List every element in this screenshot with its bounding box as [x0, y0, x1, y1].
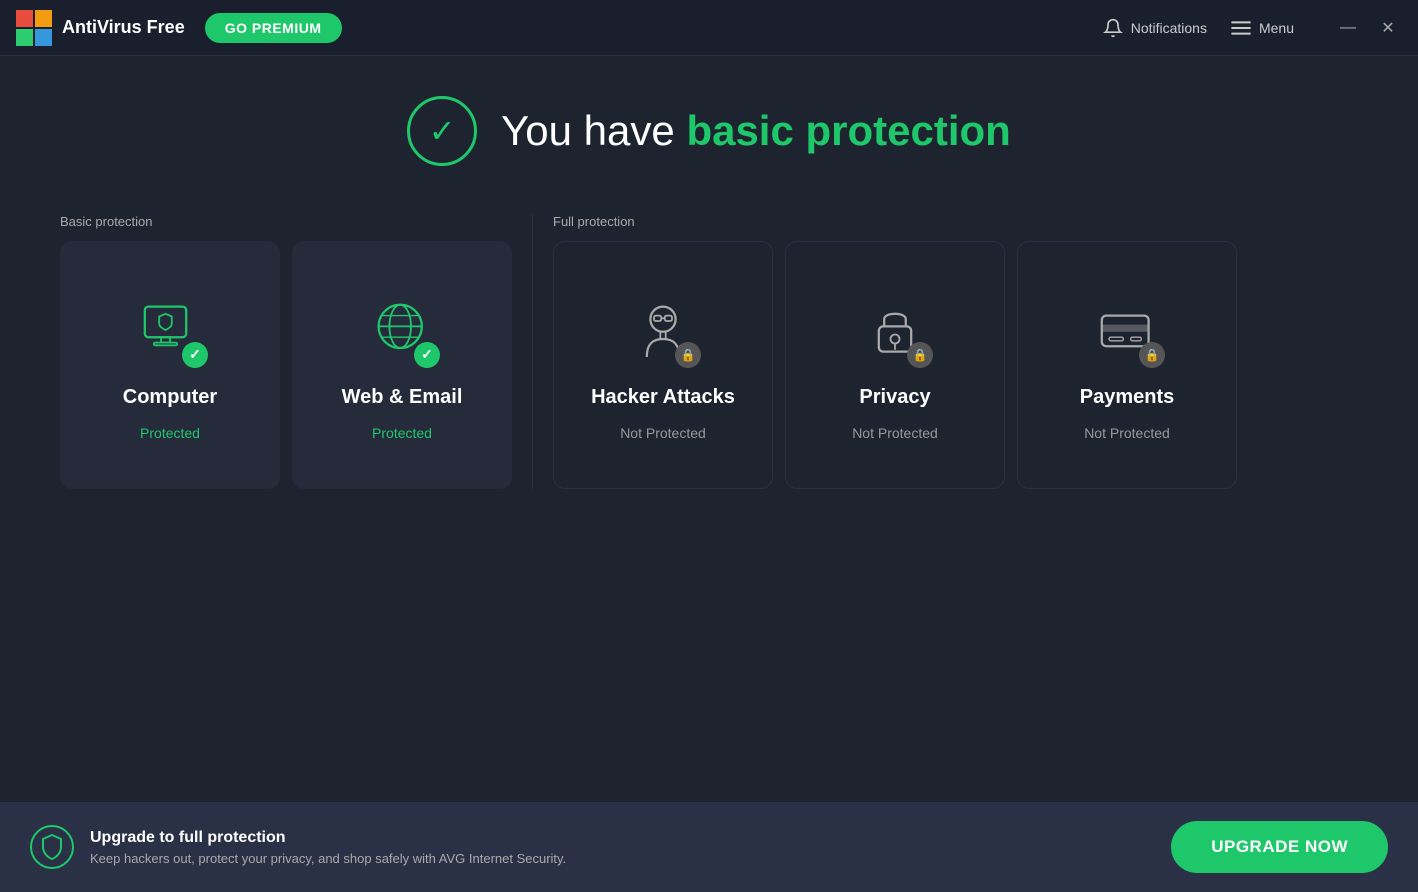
upgrade-bar: Upgrade to full protection Keep hackers … [0, 802, 1418, 892]
hacker-icon: 🔒 [623, 290, 703, 370]
privacy-icon: 🔒 [855, 290, 935, 370]
notifications-label: Notifications [1131, 20, 1207, 36]
web-email-check-badge: ✓ [414, 342, 440, 368]
hacker-card-status: Not Protected [620, 425, 706, 441]
payments-card[interactable]: 🔒 Payments Not Protected [1017, 241, 1237, 489]
avg-logo [16, 10, 52, 46]
hero-circle: ✓ [407, 96, 477, 166]
main-content: ✓ You have basic protection Basic protec… [0, 56, 1418, 802]
hacker-card-title: Hacker Attacks [591, 386, 735, 409]
payments-icon: 🔒 [1087, 290, 1167, 370]
privacy-lock-badge: 🔒 [907, 342, 933, 368]
full-protection-group: Full protection [553, 214, 1237, 489]
app-name-label: AntiVirus Free [62, 17, 185, 38]
hero-prefix: You have [501, 107, 686, 154]
minimize-button[interactable]: — [1334, 14, 1362, 42]
go-premium-button[interactable]: GO PREMIUM [205, 13, 342, 43]
payments-card-status: Not Protected [1084, 425, 1170, 441]
hero-highlight: basic protection [686, 107, 1010, 154]
upgrade-text-block: Upgrade to full protection Keep hackers … [90, 829, 1155, 866]
privacy-card-status: Not Protected [852, 425, 938, 441]
hero-check-icon: ✓ [429, 112, 456, 150]
privacy-card-title: Privacy [859, 386, 930, 409]
privacy-card[interactable]: 🔒 Privacy Not Protected [785, 241, 1005, 489]
computer-card[interactable]: ✓ Computer Protected [60, 241, 280, 489]
full-cards-row: 🔒 Hacker Attacks Not Protected [553, 241, 1237, 489]
upgrade-shield-icon [30, 825, 74, 869]
menu-label: Menu [1259, 20, 1294, 36]
cards-section: Basic protection ✓ [60, 214, 1358, 489]
upgrade-now-button[interactable]: UPGRADE NOW [1171, 821, 1388, 873]
hacker-card[interactable]: 🔒 Hacker Attacks Not Protected [553, 241, 773, 489]
titlebar: AntiVirus Free GO PREMIUM Notifications … [0, 0, 1418, 56]
web-email-card[interactable]: ✓ Web & Email Protected [292, 241, 512, 489]
computer-card-status: Protected [140, 425, 200, 441]
computer-check-badge: ✓ [182, 342, 208, 368]
basic-protection-label: Basic protection [60, 214, 512, 229]
basic-cards-row: ✓ Computer Protected [60, 241, 512, 489]
payments-lock-badge: 🔒 [1139, 342, 1165, 368]
web-email-card-status: Protected [372, 425, 432, 441]
close-button[interactable]: ✕ [1374, 14, 1402, 42]
web-email-card-title: Web & Email [342, 386, 463, 409]
hacker-lock-badge: 🔒 [675, 342, 701, 368]
hero-heading: You have basic protection [501, 107, 1011, 155]
upgrade-title: Upgrade to full protection [90, 829, 1155, 847]
computer-icon: ✓ [130, 290, 210, 370]
computer-card-title: Computer [123, 386, 217, 409]
basic-protection-group: Basic protection ✓ [60, 214, 512, 489]
upgrade-description: Keep hackers out, protect your privacy, … [90, 851, 1155, 866]
hero-section: ✓ You have basic protection [60, 96, 1358, 166]
titlebar-right: Notifications Menu — ✕ [1103, 14, 1402, 42]
window-controls: — ✕ [1334, 14, 1402, 42]
notifications-button[interactable]: Notifications [1103, 18, 1207, 38]
payments-card-title: Payments [1080, 386, 1175, 409]
full-protection-label: Full protection [553, 214, 1237, 229]
web-email-icon: ✓ [362, 290, 442, 370]
section-divider [532, 214, 533, 489]
menu-button[interactable]: Menu [1231, 20, 1294, 36]
